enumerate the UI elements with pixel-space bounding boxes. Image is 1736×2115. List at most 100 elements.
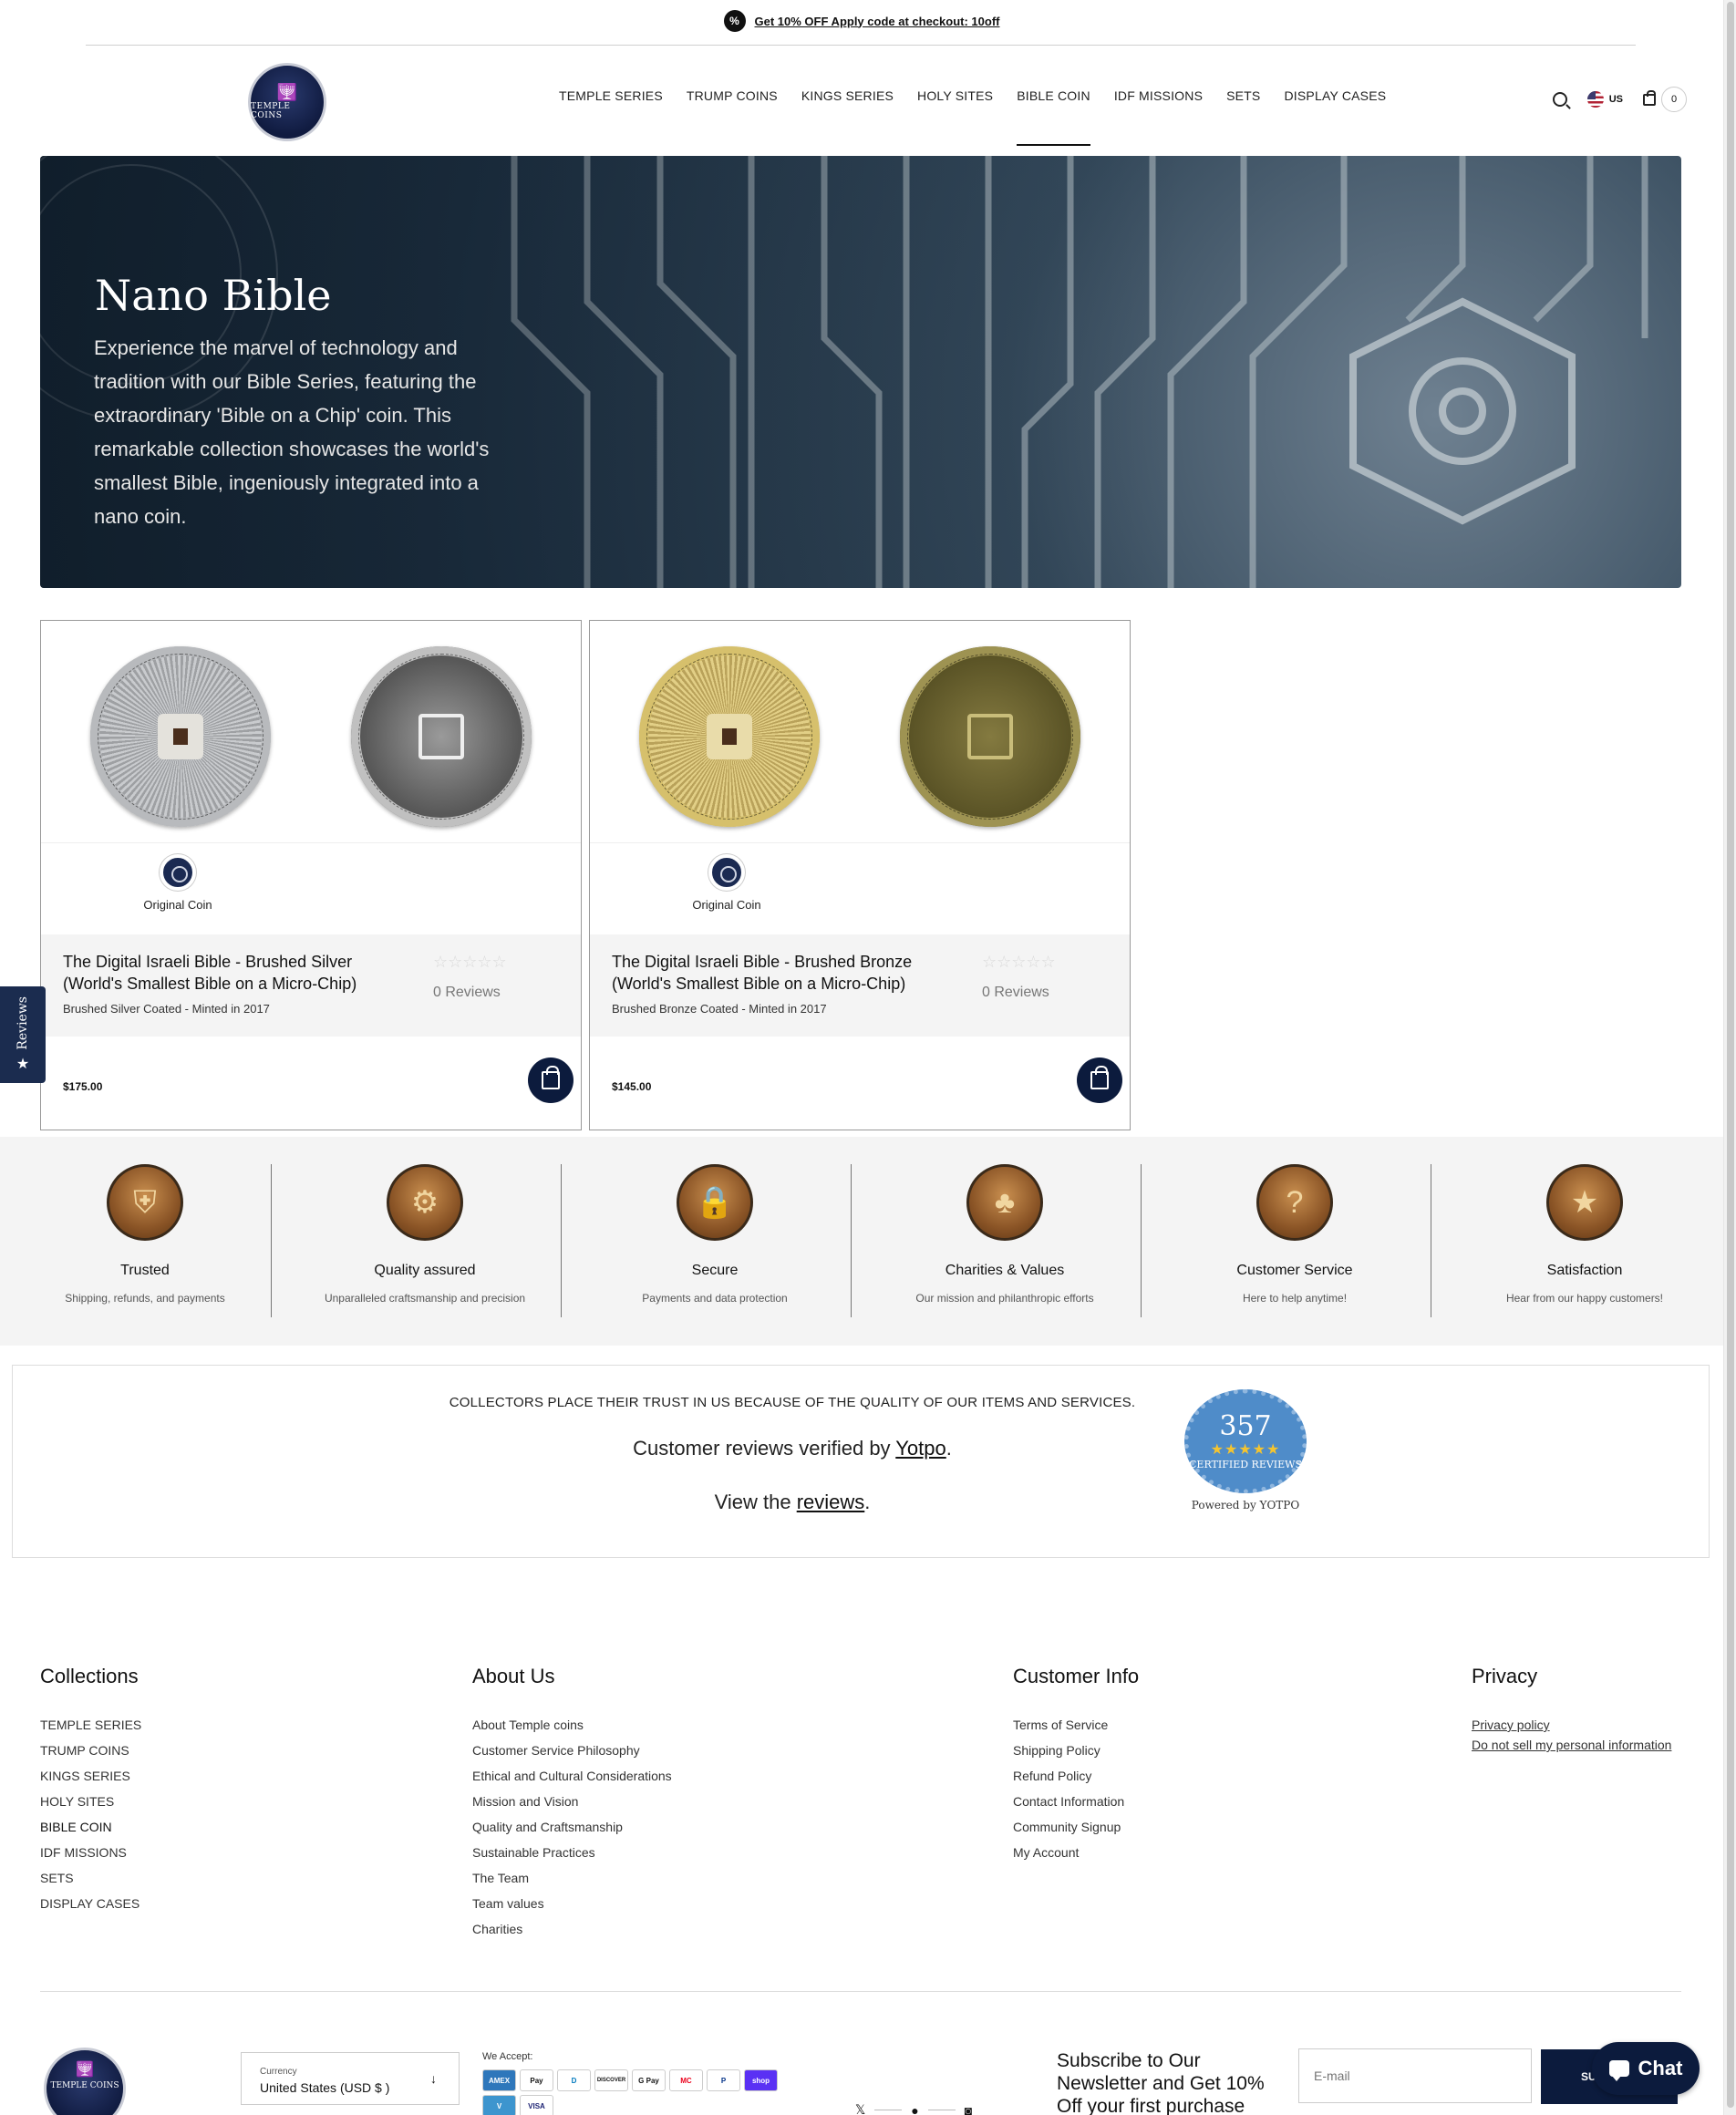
badge-customer-service[interactable]: ? Customer Service Here to help anytime! xyxy=(1150,1164,1440,1305)
cart-icon xyxy=(1643,89,1656,106)
chip-icon xyxy=(158,714,203,759)
footer-link[interactable]: TEMPLE SERIES xyxy=(40,1718,141,1732)
footer-link[interactable]: DISPLAY CASES xyxy=(40,1896,141,1911)
footer-link[interactable]: Shipping Policy xyxy=(1013,1743,1139,1758)
reviews-link[interactable]: reviews xyxy=(797,1491,865,1513)
divider xyxy=(851,1164,852,1317)
mastercard-icon: MC xyxy=(669,2069,703,2091)
product-card[interactable]: Original Coin The Digital Israeli Bible … xyxy=(40,620,582,1130)
gear-icon: ⚙ xyxy=(387,1164,463,1241)
footer-link[interactable]: Terms of Service xyxy=(1013,1718,1139,1732)
footer-link[interactable]: Refund Policy xyxy=(1013,1769,1139,1783)
yotpo-link[interactable]: Yotpo xyxy=(895,1437,946,1460)
badge-quality[interactable]: ⚙ Quality assured Unparalleled craftsman… xyxy=(280,1164,570,1305)
email-input[interactable] xyxy=(1299,2049,1531,2102)
yotpo-view-reviews: View the reviews. xyxy=(714,1491,871,1513)
email-field[interactable] xyxy=(1298,2048,1532,2103)
coin-front-image[interactable] xyxy=(639,646,820,827)
footer-link[interactable]: TRUMP COINS xyxy=(40,1743,141,1758)
discover-icon: DISCOVER xyxy=(594,2069,628,2091)
footer-link[interactable]: Do not sell my personal information xyxy=(1472,1738,1671,1752)
coin-front-image[interactable] xyxy=(90,646,271,827)
coin-back-image[interactable] xyxy=(900,646,1080,827)
footer-link[interactable]: IDF MISSIONS xyxy=(40,1845,141,1860)
product-title[interactable]: The Digital Israeli Bible - Brushed Bron… xyxy=(612,951,949,995)
amex-icon: AMEX xyxy=(482,2069,516,2091)
chat-button[interactable]: Chat xyxy=(1592,2042,1700,2095)
coin-back-image[interactable] xyxy=(351,646,532,827)
diners-icon: D xyxy=(557,2069,591,2091)
cart-button[interactable]: 0 xyxy=(1643,87,1687,112)
instagram-icon[interactable]: ◙ xyxy=(965,2103,972,2115)
footer-link[interactable]: About Temple coins xyxy=(472,1718,672,1732)
reviews-side-tab[interactable]: Reviews ★ xyxy=(0,986,46,1083)
footer-link[interactable]: Contact Information xyxy=(1013,1794,1139,1809)
nav-item-display-cases[interactable]: DISPLAY CASES xyxy=(1272,46,1398,146)
nav-item-temple-series[interactable]: TEMPLE SERIES xyxy=(547,46,675,146)
hero-banner: Nano Bible Experience the marvel of tech… xyxy=(40,156,1681,588)
add-to-cart-button[interactable] xyxy=(1077,1058,1122,1103)
nav-item-trump-coins[interactable]: TRUMP COINS xyxy=(675,46,790,146)
variant-swatch[interactable] xyxy=(160,854,196,891)
footer-link[interactable]: Mission and Vision xyxy=(472,1794,672,1809)
scrollbar[interactable] xyxy=(1723,0,1736,2115)
locale-selector[interactable]: US xyxy=(1586,91,1623,108)
product-images[interactable] xyxy=(590,621,1130,843)
footer-logo[interactable]: 🕎 TEMPLE COINS xyxy=(44,2048,126,2115)
menorah-icon: 🕎 xyxy=(76,2062,94,2078)
rating-stars[interactable]: ☆☆☆☆☆ xyxy=(433,953,507,972)
divider xyxy=(40,1991,1681,1992)
site-logo[interactable]: 🕎 TEMPLE COINS xyxy=(248,63,326,141)
footer-link[interactable]: SETS xyxy=(40,1871,141,1885)
yotpo-seal[interactable]: 357 ★★★★★ CERTIFIED REVIEWS Powered by Y… xyxy=(1182,1389,1309,1517)
footer-link[interactable]: Community Signup xyxy=(1013,1820,1139,1834)
search-icon[interactable] xyxy=(1552,92,1567,107)
currency-selector[interactable]: Currency United States (USD $ ) ↓ xyxy=(241,2052,460,2105)
footer-link[interactable]: KINGS SERIES xyxy=(40,1769,141,1783)
variant-option[interactable]: Original Coin xyxy=(132,854,223,912)
footer-link[interactable]: My Account xyxy=(1013,1845,1139,1860)
review-count[interactable]: 0 Reviews xyxy=(433,985,501,1001)
footer-privacy: Privacy Privacy policy Do not sell my pe… xyxy=(1472,1665,1672,1752)
footer-link[interactable]: BIBLE COIN xyxy=(40,1820,141,1834)
footer-link[interactable]: HOLY SITES xyxy=(40,1794,141,1809)
rating-stars[interactable]: ☆☆☆☆☆ xyxy=(982,953,1056,972)
footer-link[interactable]: Quality and Craftsmanship xyxy=(472,1820,672,1834)
hero-title: Nano Bible xyxy=(95,271,332,320)
nav-item-bible-coin[interactable]: BIBLE COIN xyxy=(1005,46,1102,146)
book-icon xyxy=(418,714,464,759)
variant-option[interactable]: Original Coin xyxy=(681,854,772,912)
footer-link[interactable]: Ethical and Cultural Considerations xyxy=(472,1769,672,1783)
product-card[interactable]: Original Coin The Digital Israeli Bible … xyxy=(589,620,1131,1130)
discount-icon: % xyxy=(723,10,746,32)
product-title[interactable]: The Digital Israeli Bible - Brushed Silv… xyxy=(63,951,400,995)
nav-item-sets[interactable]: SETS xyxy=(1214,46,1272,146)
product-images[interactable] xyxy=(41,621,581,843)
facebook-icon[interactable]: ● xyxy=(911,2103,918,2115)
footer-link[interactable]: Charities xyxy=(472,1922,672,1936)
badge-trusted[interactable]: ⛨ Trusted Shipping, refunds, and payment… xyxy=(0,1164,290,1305)
badge-charities[interactable]: ♣ Charities & Values Our mission and phi… xyxy=(860,1164,1150,1305)
x-icon[interactable]: 𝕏 xyxy=(855,2102,865,2115)
nav-item-kings-series[interactable]: KINGS SERIES xyxy=(790,46,905,146)
nav-item-holy-sites[interactable]: HOLY SITES xyxy=(905,46,1005,146)
badge-satisfaction[interactable]: ★ Satisfaction Hear from our happy custo… xyxy=(1440,1164,1730,1305)
footer-link[interactable]: Sustainable Practices xyxy=(472,1845,672,1860)
paypal-icon: P xyxy=(707,2069,740,2091)
footer-link[interactable]: The Team xyxy=(472,1871,672,1885)
chip-icon xyxy=(707,714,752,759)
yotpo-heading: COLLECTORS PLACE THEIR TRUST IN US BECAU… xyxy=(449,1395,1136,1410)
star-icon: ★ xyxy=(16,1057,30,1073)
badge-secure[interactable]: 🔒 Secure Payments and data protection xyxy=(570,1164,860,1305)
variant-swatch[interactable] xyxy=(708,854,745,891)
footer-link[interactable]: Customer Service Philosophy xyxy=(472,1743,672,1758)
footer-link[interactable]: Team values xyxy=(472,1896,672,1911)
cart-count: 0 xyxy=(1661,87,1687,112)
chat-bubble-icon xyxy=(1608,2060,1629,2081)
add-to-cart-button[interactable] xyxy=(528,1058,574,1103)
review-count[interactable]: 0 Reviews xyxy=(982,985,1049,1001)
divider xyxy=(271,1164,272,1317)
announcement-link[interactable]: Get 10% OFF Apply code at checkout: 10of… xyxy=(755,15,1000,28)
footer-link[interactable]: Privacy policy xyxy=(1472,1718,1671,1732)
nav-item-idf-missions[interactable]: IDF MISSIONS xyxy=(1102,46,1214,146)
